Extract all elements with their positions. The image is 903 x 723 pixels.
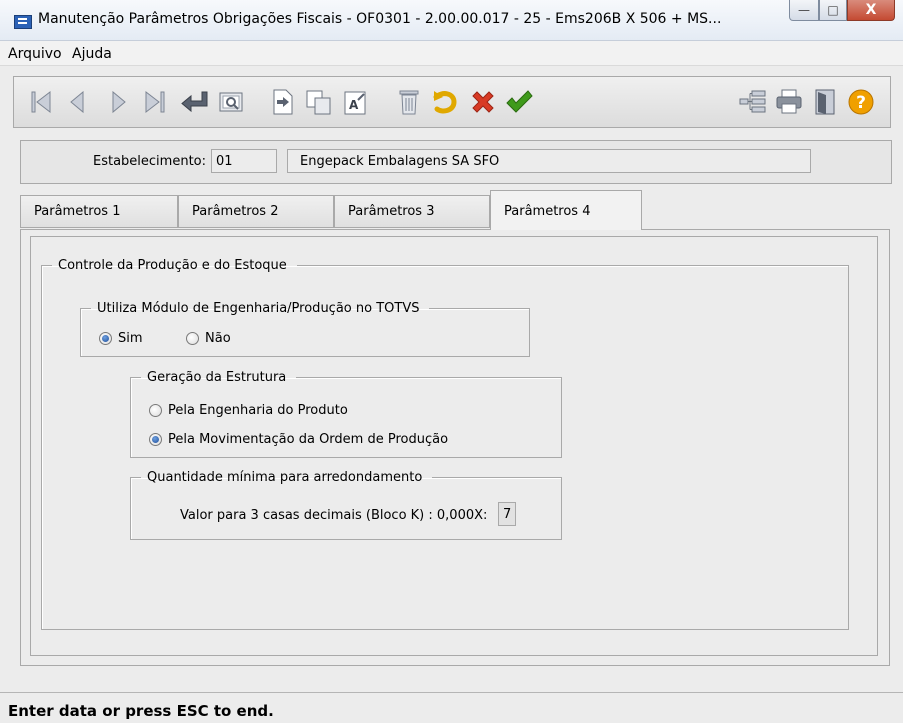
minimize-button[interactable]: — [789, 0, 819, 21]
first-icon[interactable] [24, 85, 58, 119]
production-stock-title: Controle da Produção e do Estoque [58, 258, 287, 273]
tab-parametros-1[interactable]: Parâmetros 1 [20, 195, 178, 228]
last-icon[interactable] [138, 85, 172, 119]
structure-group-title: Geração da Estrutura [147, 370, 287, 385]
tab-parametros-2[interactable]: Parâmetros 2 [178, 195, 334, 228]
copy-icon[interactable] [302, 85, 336, 119]
confirm-icon[interactable] [502, 85, 536, 119]
window-controls: — □ X [789, 0, 895, 22]
exit-icon[interactable] [808, 85, 842, 119]
status-text: Enter data or press ESC to end. [8, 702, 274, 720]
help-icon-glyph: ? [856, 93, 866, 113]
menu-arquivo[interactable]: Arquivo [8, 46, 62, 62]
delete-icon[interactable] [392, 85, 426, 119]
radio-nao[interactable]: Não [186, 331, 231, 346]
radio-movimentacao-label: Pela Movimentação da Ordem de Produção [168, 432, 449, 447]
establishment-code-field[interactable]: 01 [211, 149, 277, 173]
radio-sim-label: Sim [118, 331, 143, 346]
module-group-title: Utiliza Módulo de Engenharia/Produção no… [97, 301, 420, 316]
svg-text:A: A [349, 98, 359, 112]
print-icon[interactable] [772, 85, 806, 119]
establishment-name-field: Engepack Embalagens SA SFO [287, 149, 811, 173]
title-bar: Manutenção Parâmetros Obrigações Fiscais… [0, 0, 903, 41]
toolbar: A ? [13, 76, 891, 128]
close-button[interactable]: X [847, 0, 895, 21]
tree-icon[interactable] [736, 85, 770, 119]
radio-movimentacao-indicator[interactable] [149, 433, 162, 446]
radio-engenharia-produto[interactable]: Pela Engenharia do Produto [149, 403, 348, 418]
maximize-button[interactable]: □ [819, 0, 847, 21]
edit-icon[interactable]: A [338, 85, 372, 119]
menu-ajuda[interactable]: Ajuda [72, 46, 112, 62]
menu-bar: Arquivo Ajuda [0, 41, 903, 66]
status-bar: Enter data or press ESC to end. [0, 692, 903, 723]
radio-sim-indicator[interactable] [99, 332, 112, 345]
radio-engenharia-indicator[interactable] [149, 404, 162, 417]
module-group: Utiliza Módulo de Engenharia/Produção no… [80, 301, 530, 357]
window-title: Manutenção Parâmetros Obrigações Fiscais… [38, 11, 722, 27]
rounding-value-input[interactable]: 7 [498, 502, 516, 526]
rounding-group-title: Quantidade mínima para arredondamento [147, 470, 423, 485]
tab-parametros-3[interactable]: Parâmetros 3 [334, 195, 490, 228]
help-icon[interactable]: ? [844, 85, 878, 119]
undo-icon[interactable] [426, 85, 460, 119]
radio-nao-label: Não [205, 331, 231, 346]
establishment-label: Estabelecimento: [93, 154, 207, 169]
cancel-icon[interactable] [466, 85, 500, 119]
previous-icon[interactable] [60, 85, 94, 119]
radio-movimentacao-ordem[interactable]: Pela Movimentação da Ordem de Produção [149, 432, 448, 447]
radio-sim[interactable]: Sim [99, 331, 143, 346]
radio-nao-indicator[interactable] [186, 332, 199, 345]
goto-icon[interactable] [178, 85, 212, 119]
rounding-field-label: Valor para 3 casas decimais (Bloco K) : … [180, 508, 488, 523]
radio-engenharia-label: Pela Engenharia do Produto [168, 403, 348, 418]
tab-parametros-4[interactable]: Parâmetros 4 [490, 190, 642, 230]
next-icon[interactable] [102, 85, 136, 119]
app-icon[interactable] [14, 15, 32, 29]
search-icon[interactable] [214, 85, 248, 119]
establishment-bar: Estabelecimento: 01 Engepack Embalagens … [20, 140, 892, 184]
new-icon[interactable] [266, 85, 300, 119]
